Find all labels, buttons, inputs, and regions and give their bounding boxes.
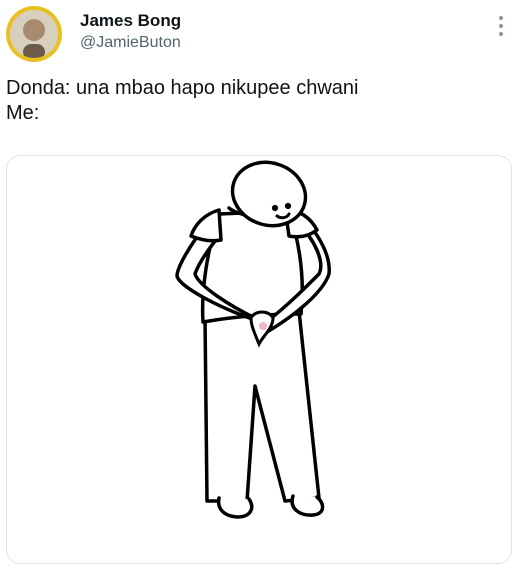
avatar[interactable]	[6, 6, 62, 62]
more-options-button[interactable]	[490, 14, 512, 42]
tweet-text: Donda: una mbao hapo nikupee chwani Me:	[6, 76, 511, 126]
tweet-text-line: Donda: una mbao hapo nikupee chwani	[6, 77, 359, 99]
tweet-text-line: Me:	[6, 102, 40, 124]
author-handle[interactable]: @JamieButon	[80, 32, 181, 54]
user-avatar-icon	[10, 10, 58, 58]
tweet-author: James Bong @JamieButon	[80, 10, 181, 54]
tweet-media-image[interactable]	[6, 155, 512, 564]
author-display-name[interactable]: James Bong	[80, 10, 181, 32]
stick-figure-drawing-icon	[175, 160, 331, 519]
more-vertical-icon	[498, 15, 504, 42]
